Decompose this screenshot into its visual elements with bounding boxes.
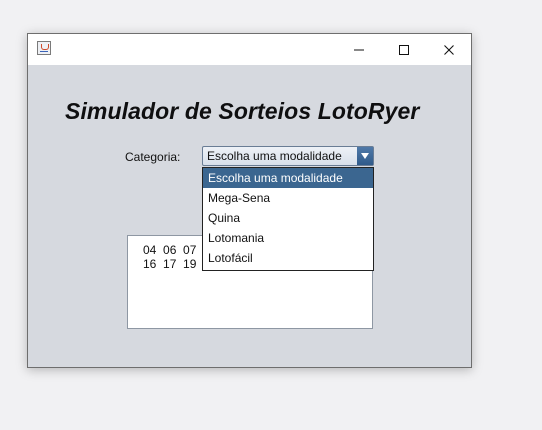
close-icon [444,44,454,55]
dropdown-item-lotomania[interactable]: Lotomania [203,228,373,248]
results-line-2: 16 17 19 [143,257,197,271]
close-button[interactable] [426,34,472,65]
page-title: Simulador de Sorteios LotoRyer [65,98,420,124]
app-window: Simulador de Sorteios LotoRyer Categoria… [27,33,472,368]
title-bar[interactable] [28,34,471,65]
maximize-button[interactable] [381,34,427,65]
chevron-down-icon [361,153,369,159]
java-app-icon [37,41,51,55]
dropdown-item-lotofacil[interactable]: Lotofácil [203,248,373,268]
combobox-arrow-button[interactable] [357,147,373,165]
dropdown-item-escolha[interactable]: Escolha uma modalidade [203,168,373,188]
minimize-icon [354,49,364,50]
category-dropdown-list: Escolha uma modalidade Mega-Sena Quina L… [202,167,374,271]
category-combobox[interactable]: Escolha uma modalidade [202,146,374,166]
dropdown-item-quina[interactable]: Quina [203,208,373,228]
results-text: 04 06 07 16 17 19 [143,243,196,271]
combobox-selected-value: Escolha uma modalidade [207,149,342,163]
maximize-icon [399,44,409,55]
results-line-1: 04 06 07 [143,243,197,257]
main-panel: Simulador de Sorteios LotoRyer Categoria… [28,65,471,367]
minimize-button[interactable] [336,34,382,65]
dropdown-item-mega-sena[interactable]: Mega-Sena [203,188,373,208]
category-label: Categoria: [125,150,181,164]
